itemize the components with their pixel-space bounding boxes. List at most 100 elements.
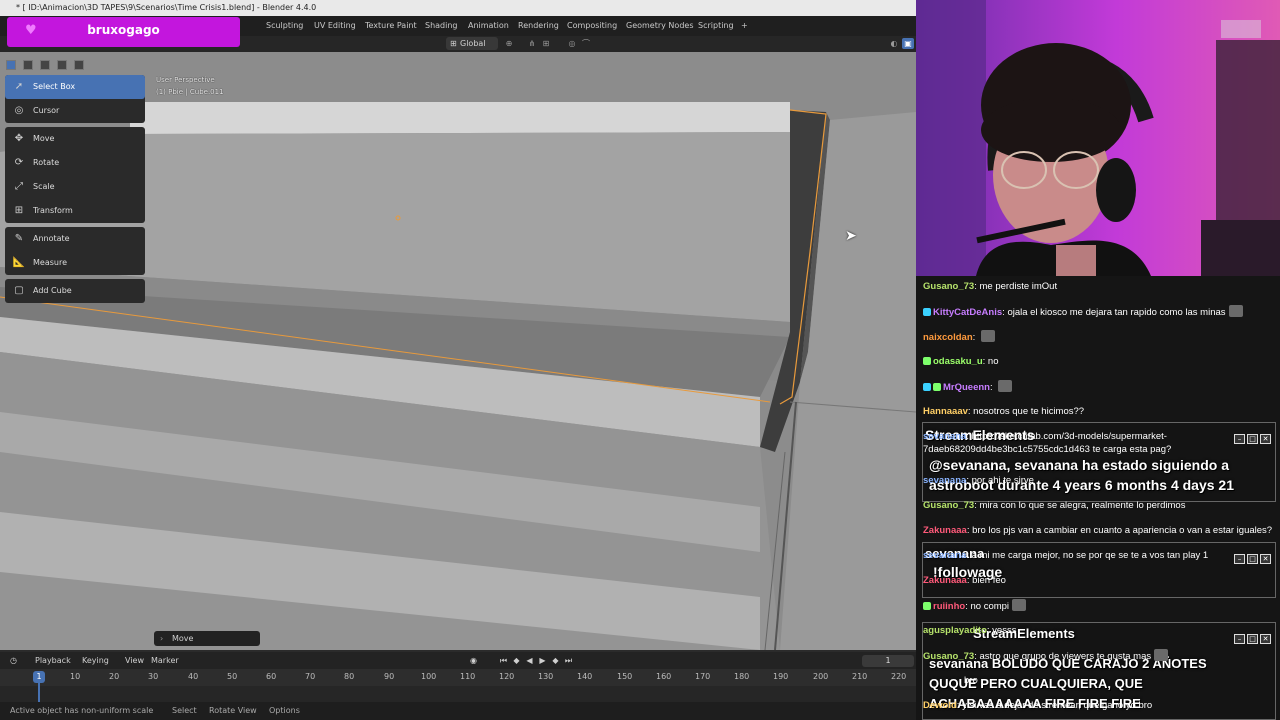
close-icon[interactable]: ✕	[1260, 554, 1271, 564]
tool-transform[interactable]: ⊞ Transform	[5, 199, 145, 223]
orientation-label: Global	[460, 39, 486, 48]
overlay-gizmo-icon[interactable]: ◐	[888, 38, 900, 49]
maximize-icon[interactable]: □	[1247, 634, 1258, 644]
proportional-edit-icon[interactable]: ◎	[566, 38, 578, 49]
playhead[interactable]: 1	[33, 671, 45, 683]
select-extend-icon[interactable]	[23, 60, 34, 70]
frame-tick: 60	[266, 672, 277, 681]
chat-text: bro los pjs van a cambiar en cuanto a ap…	[972, 525, 1273, 536]
editor-type-icon[interactable]: ◷	[8, 655, 19, 666]
current-frame-field[interactable]: 1	[862, 655, 914, 667]
next-keyframe-icon[interactable]: ◆	[550, 655, 561, 666]
chat-text: bro	[964, 675, 978, 686]
chat-username: MrQueenn	[943, 382, 990, 393]
tab-sculpting[interactable]: Sculpting	[266, 20, 303, 32]
frame-tick: 140	[577, 672, 593, 681]
tab-texture-paint[interactable]: Texture Paint	[365, 20, 417, 32]
maximize-icon[interactable]: □	[1247, 554, 1258, 564]
tool-label: Cursor	[33, 106, 60, 115]
badge-icon	[923, 602, 931, 610]
tab-animation[interactable]: Animation	[468, 20, 509, 32]
frame-tick: 150	[617, 672, 633, 681]
status-warning: Active object has non-uniform scale	[10, 706, 154, 715]
tab-scripting[interactable]: Scripting	[698, 20, 734, 32]
chat-text: me perdiste imOut	[979, 281, 1058, 292]
jump-end-icon[interactable]: ⏭	[563, 655, 574, 666]
menu-keying[interactable]: Keying	[82, 655, 109, 667]
select-subtract-icon[interactable]	[40, 60, 51, 70]
chat-username: Gusano_73	[923, 281, 975, 292]
orientation-dropdown[interactable]: ⊞ Global	[446, 37, 498, 50]
badge-icon	[923, 383, 931, 391]
status-select: Select	[172, 706, 197, 715]
menu-playback[interactable]: Playback	[35, 655, 71, 667]
frame-tick: 70	[305, 672, 316, 681]
tool-cursor[interactable]: ◎ Cursor	[5, 99, 145, 123]
minimize-icon[interactable]: –	[1234, 634, 1245, 644]
tool-move[interactable]: ✥ Move	[5, 127, 145, 151]
window-title: * [ ID:\Animacion\3D TAPES\9\Scenarios\T…	[0, 0, 916, 16]
chat-message: agusplayadito: yesss	[923, 625, 1017, 636]
chat-message: Hannaaav: nosotros que te hicimos??	[923, 406, 1085, 417]
chat-message: Gusano_73: me perdiste imOut	[923, 281, 1058, 292]
frame-tick: 80	[344, 672, 355, 681]
tool-label: Select Box	[33, 82, 76, 91]
mouse-cursor-icon: ➤	[845, 228, 857, 244]
playhead-line	[38, 683, 40, 702]
chat-text: y si vas a dejar de stremear, que gano y…	[962, 700, 1153, 711]
tab-geometry-nodes[interactable]: Geometry Nodes	[626, 20, 693, 32]
prev-keyframe-icon[interactable]: ◆	[511, 655, 522, 666]
chat-text: nosotros que te hicimos??	[973, 406, 1085, 417]
tool-add-cube[interactable]: ▢ Add Cube	[5, 279, 145, 303]
tool-measure[interactable]: 📐 Measure	[5, 251, 145, 275]
frame-tick: 160	[656, 672, 672, 681]
tool-shelf: ➚ Select Box ◎ Cursor ✥ Move ⟳ Rotate ⤢ …	[5, 75, 145, 307]
add-cube-icon: ▢	[14, 285, 24, 296]
last-operator-panel[interactable]: › Move	[154, 631, 260, 646]
add-workspace-button[interactable]: +	[741, 20, 748, 32]
menu-view[interactable]: View	[125, 655, 144, 667]
move-icon: ✥	[14, 133, 24, 144]
tab-uv-editing[interactable]: UV Editing	[314, 20, 356, 32]
play-icon[interactable]: ▶	[537, 655, 548, 666]
tab-compositing[interactable]: Compositing	[567, 20, 617, 32]
play-reverse-icon[interactable]: ◀	[524, 655, 535, 666]
tool-group-select: ➚ Select Box ◎ Cursor	[5, 75, 145, 123]
status-rotate-view: Rotate View	[209, 706, 257, 715]
falloff-icon[interactable]: ⌒	[580, 38, 592, 49]
tool-annotate[interactable]: ✎ Annotate	[5, 227, 145, 251]
timeline-ruler[interactable]: 10 20 30 40 50 60 70 80 90 100 110 120 1…	[0, 669, 916, 686]
jump-start-icon[interactable]: ⏮	[498, 655, 509, 666]
chat-text: astro que grupo de viewers te gusta mas	[979, 651, 1152, 662]
pivot-icon[interactable]: ⊕	[503, 38, 515, 49]
transform-icon: ⊞	[14, 205, 24, 216]
menu-marker[interactable]: Marker	[151, 655, 179, 667]
close-icon[interactable]: ✕	[1260, 434, 1271, 444]
tool-group-annotate: ✎ Annotate 📐 Measure	[5, 227, 145, 275]
snap-target-icon[interactable]: ⊞	[540, 38, 552, 49]
tool-rotate[interactable]: ⟳ Rotate	[5, 151, 145, 175]
measure-icon: 📐	[12, 257, 26, 268]
record-icon[interactable]: ◉	[468, 655, 479, 666]
tool-select-box[interactable]: ➚ Select Box	[5, 75, 145, 99]
tool-scale[interactable]: ⤢ Scale	[5, 175, 145, 199]
tab-rendering[interactable]: Rendering	[518, 20, 559, 32]
chat-message: sevanana: a mi me carga mejor, no se por…	[923, 550, 1209, 561]
select-new-icon[interactable]	[6, 60, 16, 70]
frame-tick: 30	[148, 672, 159, 681]
selection-mode-icons	[6, 55, 86, 70]
viewport-shading-icon[interactable]: ▣	[902, 38, 914, 49]
chat-message: bro	[964, 674, 978, 687]
subscriber-badge-icon	[923, 308, 931, 316]
chat-text: por ahi te sirve	[971, 475, 1034, 486]
select-intersect-icon[interactable]	[74, 60, 85, 70]
tab-shading[interactable]: Shading	[425, 20, 458, 32]
snap-icon[interactable]: ⋔	[526, 38, 538, 49]
select-box-icon: ➚	[14, 81, 24, 92]
frame-tick: 90	[384, 672, 395, 681]
frame-tick: 120	[499, 672, 515, 681]
minimize-icon[interactable]: –	[1234, 554, 1245, 564]
timeline-body[interactable]	[0, 686, 916, 702]
select-invert-icon[interactable]	[57, 60, 68, 70]
close-icon[interactable]: ✕	[1260, 634, 1271, 644]
